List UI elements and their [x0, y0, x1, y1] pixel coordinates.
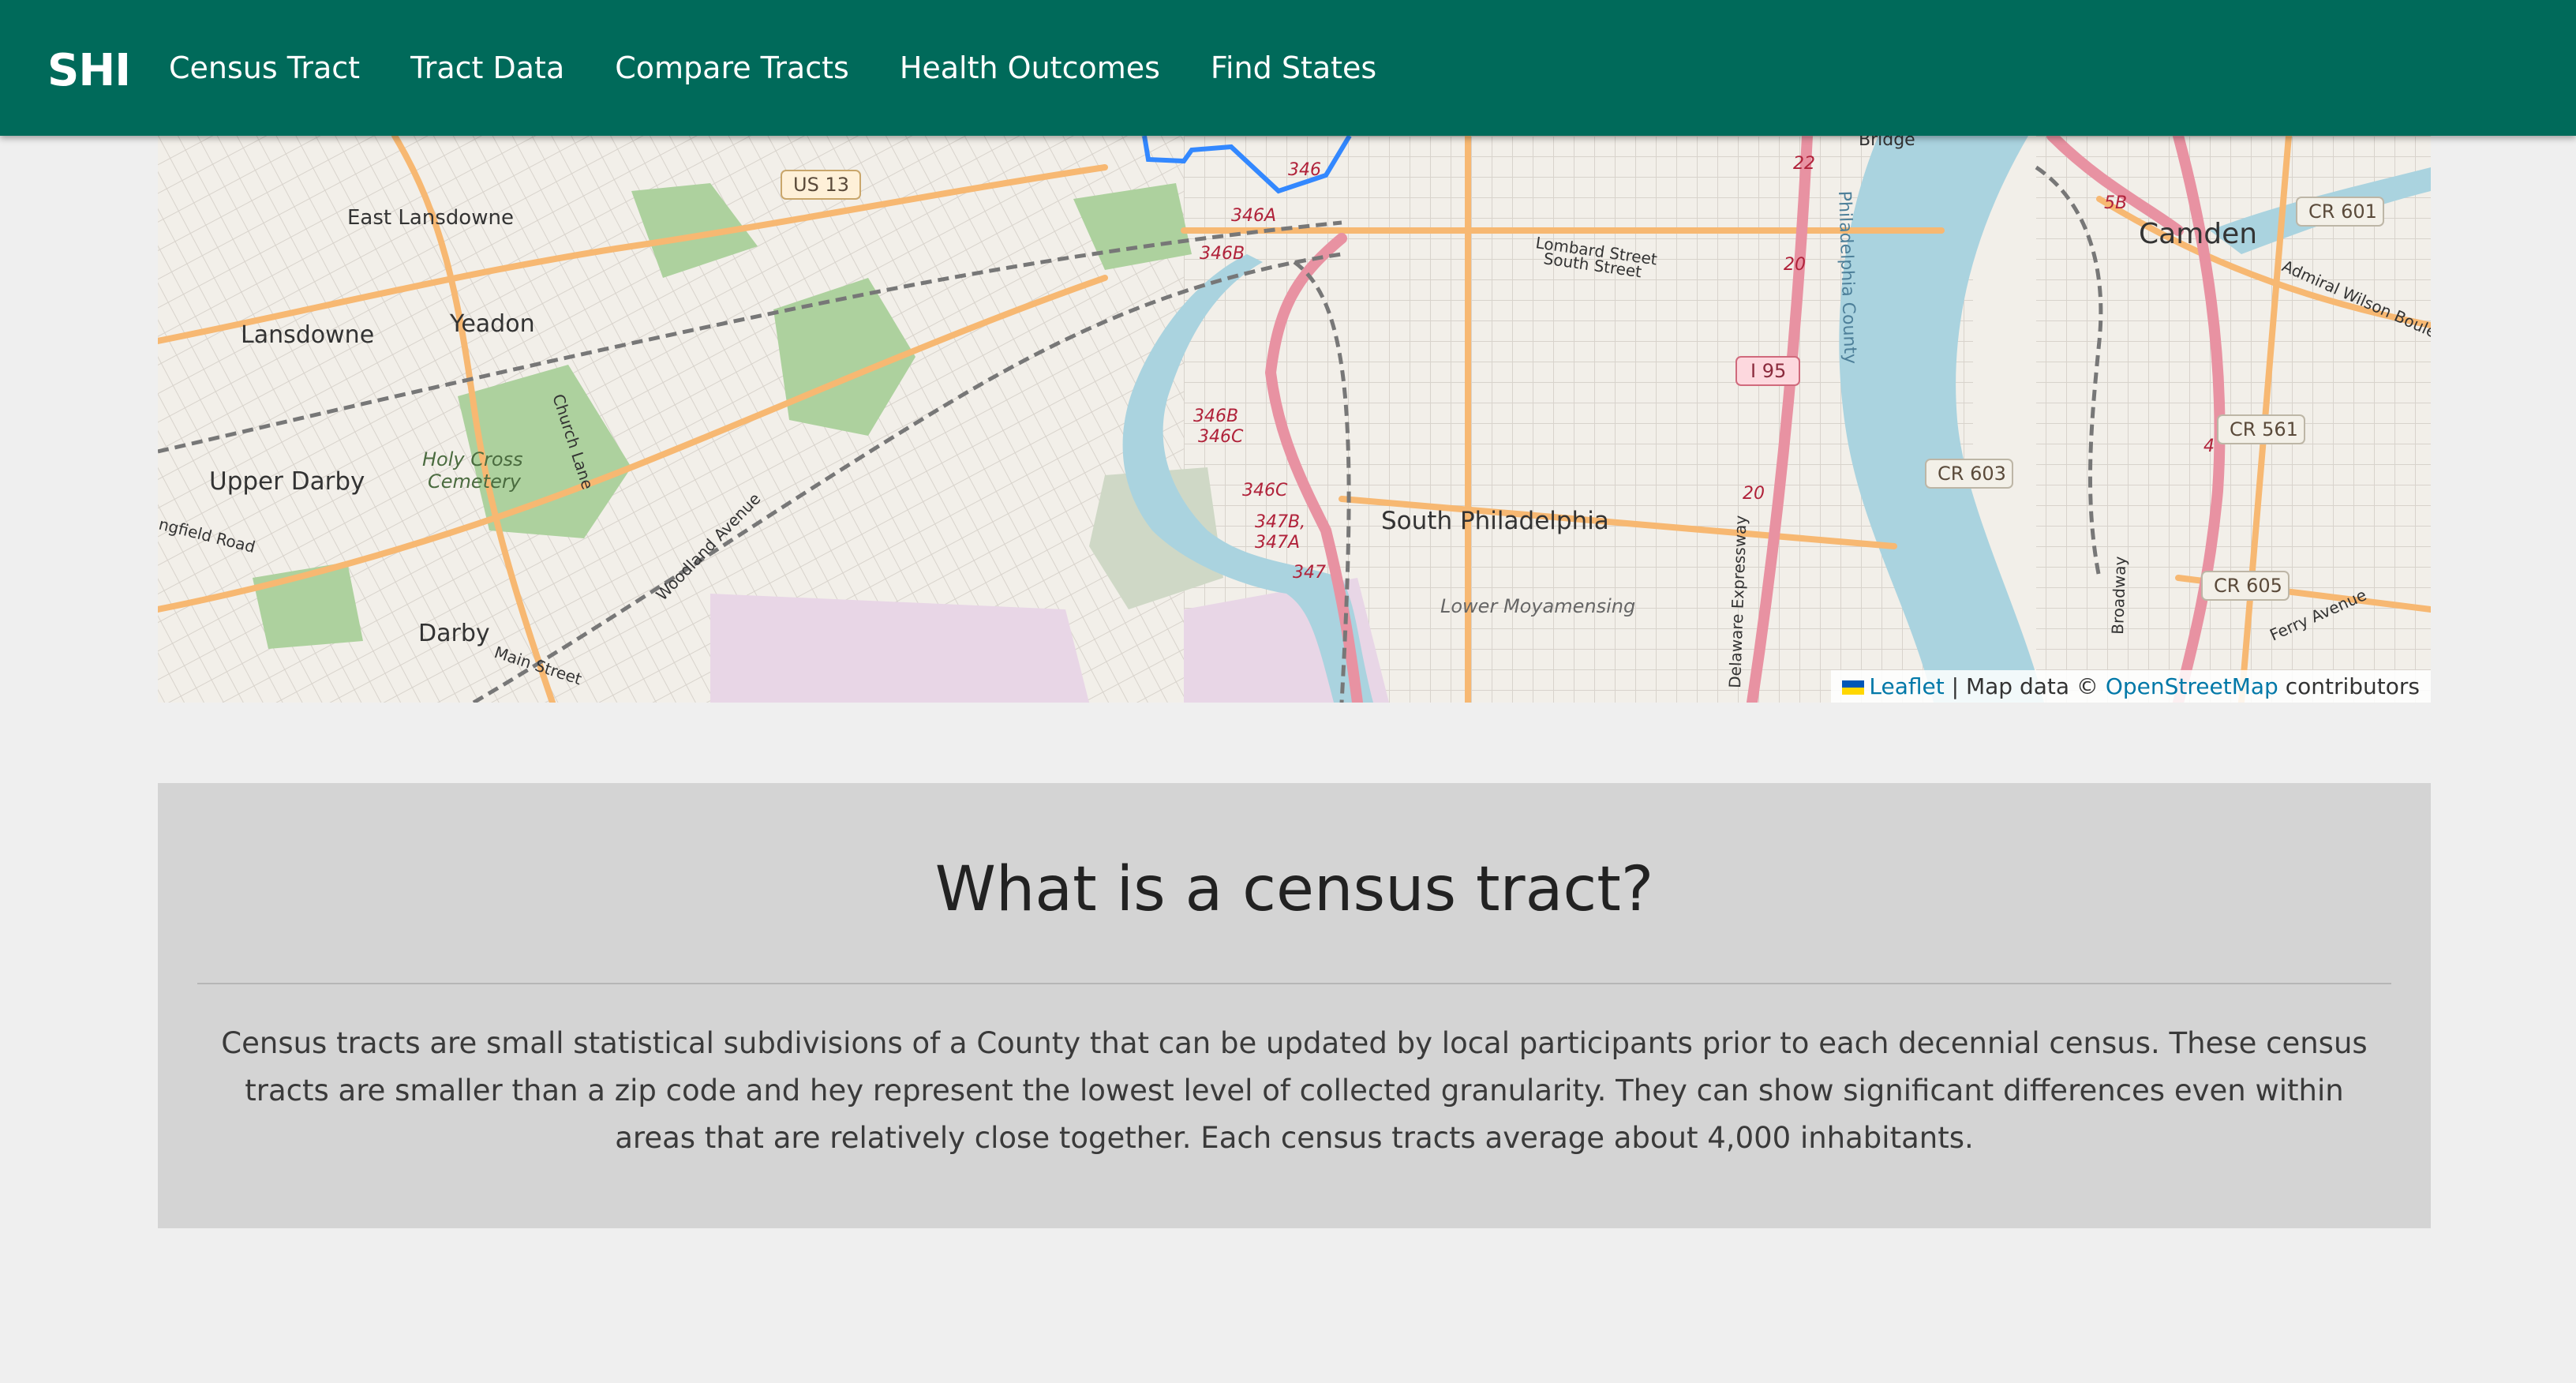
shield-cr603-label: CR 603 — [1938, 463, 2006, 485]
shield-i95-label: I 95 — [1750, 360, 1786, 382]
exit-22: 22 — [1793, 154, 1815, 174]
label-cemetery: Cemetery — [428, 470, 522, 493]
label-lower-moyamensing: Lower Moyamensing — [1440, 595, 1635, 617]
attribution-contributors: contributors — [2285, 673, 2420, 699]
map-attribution: Leaflet | Map data © OpenStreetMap contr… — [1831, 670, 2431, 703]
label-camden: Camden — [2139, 218, 2257, 250]
exit-346c-b: 346C — [1242, 481, 1288, 500]
label-upper-darby: Upper Darby — [209, 467, 365, 496]
airport-area — [710, 594, 1089, 703]
nav-health-outcomes[interactable]: Health Outcomes — [900, 51, 1160, 85]
info-title: What is a census tract? — [934, 854, 1654, 925]
label-bridge: Bridge — [1859, 136, 1915, 150]
exit-347a: 347A — [1255, 533, 1300, 553]
exit-346: 346 — [1288, 160, 1321, 180]
exit-20b: 20 — [1743, 484, 1765, 504]
info-divider — [197, 983, 2391, 984]
shield-us13-label: US 13 — [793, 174, 849, 196]
exit-5b: 5B — [2104, 193, 2127, 213]
nav-find-states[interactable]: Find States — [1211, 51, 1376, 85]
label-south-philadelphia: South Philadelphia — [1381, 507, 1609, 535]
label-holy-cross: Holy Cross — [422, 448, 523, 470]
openstreetmap-link[interactable]: OpenStreetMap — [2106, 673, 2278, 699]
shield-cr605-label: CR 605 — [2214, 575, 2282, 597]
label-east-lansdowne: East Lansdowne — [347, 206, 514, 230]
exit-346b-top: 346B — [1200, 244, 1245, 264]
exit-20a: 20 — [1784, 255, 1806, 275]
info-body: Census tracts are small statistical subd… — [221, 1026, 2368, 1155]
exit-347b: 347B, — [1255, 512, 1305, 532]
label-broadway: Broadway — [2108, 556, 2129, 635]
nav-compare-tracts[interactable]: Compare Tracts — [615, 51, 849, 85]
nav-links: Census Tract Tract Data Compare Tracts H… — [169, 0, 1427, 136]
exit-346b: 346B — [1193, 407, 1238, 426]
nav-tract-data[interactable]: Tract Data — [410, 51, 564, 85]
exit-346c-a: 346C — [1198, 427, 1244, 447]
attribution-separator: | Map data © — [1951, 673, 2099, 699]
brand-logo[interactable]: SHI — [47, 0, 131, 136]
exit-346a: 346A — [1231, 206, 1276, 226]
label-darby: Darby — [418, 620, 490, 647]
exit-347: 347 — [1293, 563, 1326, 583]
shield-cr601-label: CR 601 — [2308, 201, 2377, 223]
census-tract-info-card: What is a census tract? Census tracts ar… — [158, 783, 2431, 1228]
label-yeadon: Yeadon — [449, 310, 535, 338]
map-tiles[interactable]: East Lansdowne Lansdowne Yeadon Upper Da… — [158, 136, 2431, 703]
census-tract-map[interactable]: East Lansdowne Lansdowne Yeadon Upper Da… — [158, 136, 2431, 703]
leaflet-link[interactable]: Leaflet — [1869, 673, 1944, 699]
shield-cr561-label: CR 561 — [2230, 418, 2298, 440]
exit-4: 4 — [2203, 437, 2215, 456]
ukraine-flag-icon — [1842, 680, 1865, 695]
top-navbar: SHI Census Tract Tract Data Compare Trac… — [0, 0, 2576, 136]
label-lansdowne: Lansdowne — [241, 321, 374, 349]
nav-census-tract[interactable]: Census Tract — [169, 51, 360, 85]
